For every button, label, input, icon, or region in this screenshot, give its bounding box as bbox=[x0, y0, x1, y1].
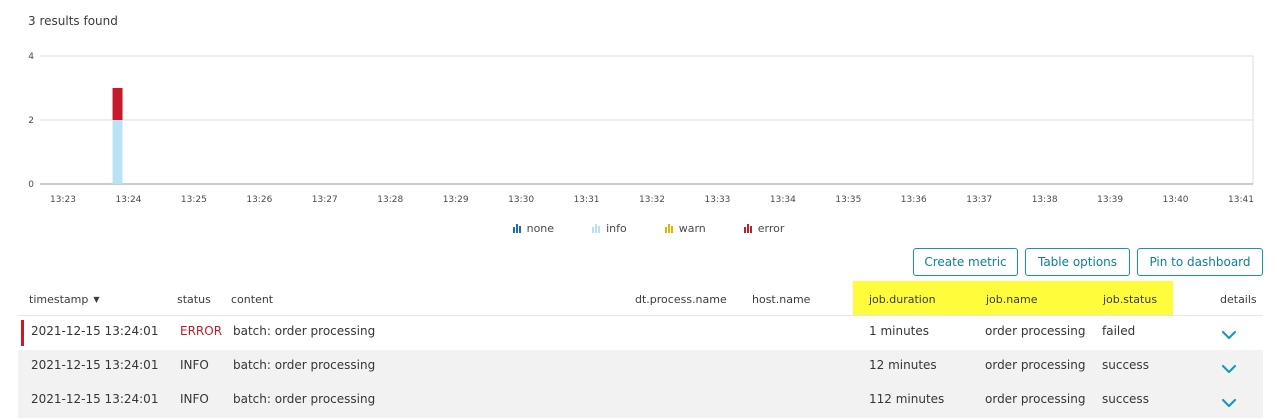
table-options-button[interactable]: Table options bbox=[1025, 248, 1130, 276]
bar-chart-icon bbox=[664, 223, 673, 233]
x-tick-label: 13:27 bbox=[312, 195, 338, 205]
y-tick-label: 2 bbox=[28, 116, 34, 126]
x-tick-label: 13:29 bbox=[443, 195, 469, 205]
chart-svg: 0 2 4 13:23 13:24 13:25 13:26 13:27 13:28 13:29 13… bbox=[28, 52, 1254, 205]
cell-job-name: order processing bbox=[985, 392, 1086, 406]
cell-status: INFO bbox=[180, 358, 209, 372]
chart-legend: none info warn error bbox=[0, 220, 1277, 236]
details-expand-button[interactable] bbox=[1216, 392, 1242, 412]
y-tick-label: 4 bbox=[28, 52, 34, 62]
error-row-marker bbox=[21, 320, 24, 346]
cell-timestamp: 2021-12-15 13:24:01 bbox=[31, 358, 159, 372]
cell-status: INFO bbox=[180, 392, 209, 406]
cell-content: batch: order processing bbox=[233, 358, 376, 372]
x-tick-label: 13:40 bbox=[1163, 195, 1189, 205]
table-row[interactable]: 2021-12-15 13:24:01 INFO batch: order pr… bbox=[18, 384, 1263, 418]
chevron-down-icon bbox=[1221, 330, 1237, 340]
column-header-details: details bbox=[1220, 293, 1257, 306]
details-expand-button[interactable] bbox=[1216, 324, 1242, 344]
x-tick-label: 13:39 bbox=[1097, 195, 1123, 205]
create-metric-button[interactable]: Create metric bbox=[913, 248, 1018, 276]
column-header-timestamp[interactable]: timestamp ▼ bbox=[29, 293, 100, 306]
column-header-process-name[interactable]: dt.process.name bbox=[635, 293, 727, 306]
chart-bar-info bbox=[112, 120, 123, 184]
x-tick-label: 13:41 bbox=[1228, 195, 1254, 205]
column-header-status[interactable]: status bbox=[177, 293, 211, 306]
cell-content: batch: order processing bbox=[233, 392, 376, 406]
chart-bar-error bbox=[112, 88, 123, 120]
cell-job-status: success bbox=[1102, 358, 1149, 372]
x-tick-label: 13:23 bbox=[50, 195, 76, 205]
cell-job-duration: 12 minutes bbox=[869, 358, 937, 372]
x-tick-label: 13:26 bbox=[246, 195, 272, 205]
x-tick-label: 13:38 bbox=[1032, 195, 1058, 205]
legend-label: warn bbox=[678, 221, 706, 235]
legend-label: none bbox=[526, 221, 555, 235]
chevron-down-icon bbox=[1221, 398, 1237, 408]
x-tick-label: 13:33 bbox=[704, 195, 730, 205]
x-tick-label: 13:35 bbox=[835, 195, 861, 205]
x-tick-label: 13:25 bbox=[181, 195, 207, 205]
legend-item-none[interactable]: none bbox=[493, 220, 554, 236]
x-tick-label: 13:31 bbox=[574, 195, 600, 205]
column-header-label: timestamp bbox=[29, 293, 89, 306]
cell-status: ERROR bbox=[180, 324, 223, 338]
legend-item-info[interactable]: info bbox=[572, 220, 627, 236]
column-header-job-status[interactable]: job.status bbox=[1103, 293, 1157, 306]
cell-job-duration: 112 minutes bbox=[869, 392, 945, 406]
bar-chart-icon bbox=[512, 223, 521, 233]
column-header-job-duration[interactable]: job.duration bbox=[869, 293, 936, 306]
x-tick-label: 13:32 bbox=[639, 195, 665, 205]
chevron-down-icon bbox=[1221, 364, 1237, 374]
bar-chart-icon bbox=[592, 223, 601, 233]
cell-job-status: failed bbox=[1102, 324, 1136, 338]
cell-job-status: success bbox=[1102, 392, 1149, 406]
bar-chart-icon bbox=[743, 223, 752, 233]
cell-job-name: order processing bbox=[985, 358, 1086, 372]
column-header-job-name[interactable]: job.name bbox=[986, 293, 1037, 306]
column-header-content[interactable]: content bbox=[231, 293, 273, 306]
table-row[interactable]: 2021-12-15 13:24:01 INFO batch: order pr… bbox=[18, 350, 1263, 384]
pin-to-dashboard-button[interactable]: Pin to dashboard bbox=[1137, 248, 1263, 276]
x-tick-label: 13:30 bbox=[508, 195, 534, 205]
x-tick-label: 13:28 bbox=[377, 195, 403, 205]
legend-label: error bbox=[757, 221, 785, 235]
cell-timestamp: 2021-12-15 13:24:01 bbox=[31, 392, 159, 406]
legend-item-warn[interactable]: warn bbox=[645, 220, 706, 236]
results-count: 3 results found bbox=[28, 14, 118, 28]
details-expand-button[interactable] bbox=[1216, 358, 1242, 378]
x-tick-label: 13:36 bbox=[901, 195, 927, 205]
log-histogram-chart: 0 2 4 13:23 13:24 13:25 13:26 13:27 13:28 13:29 13… bbox=[0, 40, 1277, 240]
cell-timestamp: 2021-12-15 13:24:01 bbox=[31, 324, 159, 338]
x-tick-label: 13:24 bbox=[115, 195, 141, 205]
cell-content: batch: order processing bbox=[233, 324, 376, 338]
column-header-host-name[interactable]: host.name bbox=[752, 293, 810, 306]
sort-descending-icon: ▼ bbox=[93, 295, 100, 304]
legend-item-error[interactable]: error bbox=[724, 220, 785, 236]
x-tick-label: 13:34 bbox=[770, 195, 796, 205]
table-row[interactable]: 2021-12-15 13:24:01 ERROR batch: order p… bbox=[18, 316, 1263, 350]
cell-job-duration: 1 minutes bbox=[869, 324, 930, 338]
legend-label: info bbox=[606, 221, 627, 235]
y-tick-label: 0 bbox=[28, 180, 34, 190]
cell-job-name: order processing bbox=[985, 324, 1086, 338]
x-tick-label: 13:37 bbox=[966, 195, 992, 205]
